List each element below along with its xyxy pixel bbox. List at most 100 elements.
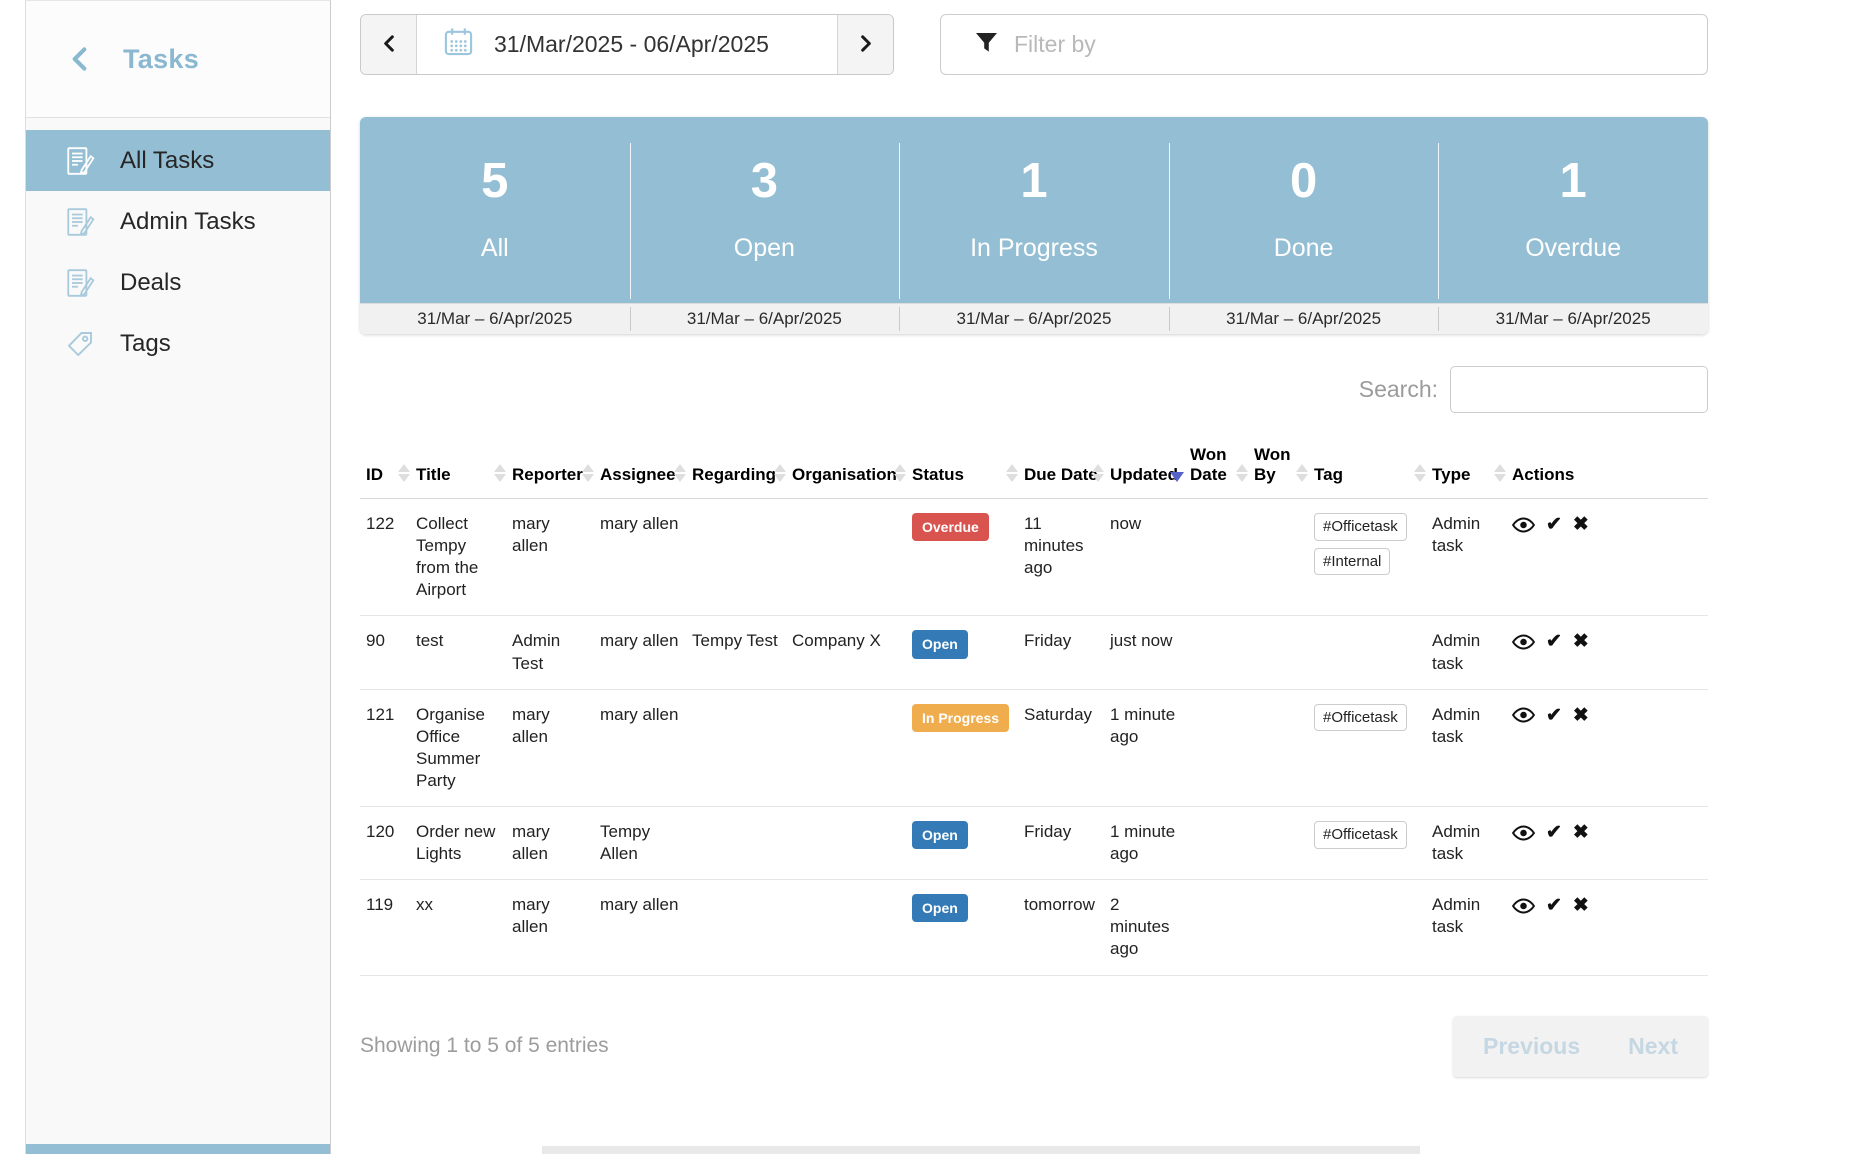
- cell-title: Organise Office Summer Party: [410, 689, 506, 806]
- sort-arrows-icon: [894, 464, 906, 482]
- sidebar-menu: All TasksAdmin TasksDealsTags: [26, 130, 330, 374]
- sidebar-item-tags[interactable]: Tags: [26, 313, 330, 374]
- cell-id: 119: [360, 880, 410, 975]
- column-header-due_date[interactable]: Due Date: [1018, 437, 1104, 499]
- sort-arrows-icon: [1092, 464, 1104, 482]
- table-row: 90testAdmin Testmary allenTempy TestComp…: [360, 616, 1708, 689]
- cell-regarding: [686, 499, 786, 616]
- column-header-won_by[interactable]: Won By: [1248, 437, 1308, 499]
- cell-tags: [1308, 880, 1426, 975]
- stat-range-all: 31/Mar – 6/Apr/2025: [360, 304, 630, 334]
- stat-cell-open[interactable]: 3Open: [630, 117, 900, 303]
- delete-task-icon[interactable]: ✖: [1573, 632, 1589, 651]
- cell-regarding: [686, 689, 786, 806]
- tag-pill: #Officetask: [1314, 704, 1407, 732]
- cell-due_date: 11 minutes ago: [1018, 499, 1104, 616]
- view-task-icon[interactable]: [1512, 517, 1535, 533]
- cell-tags: #Officetask: [1308, 689, 1426, 806]
- column-header-reporter[interactable]: Reporter: [506, 437, 594, 499]
- column-label: Regarding: [692, 465, 776, 484]
- task-icon: [64, 145, 96, 177]
- cell-updated: 2 minutes ago: [1104, 880, 1184, 975]
- cell-reporter: Admin Test: [506, 616, 594, 689]
- stat-label: Done: [1274, 234, 1334, 263]
- cell-tags: [1308, 616, 1426, 689]
- top-controls: 31/Mar/2025 - 06/Apr/2025: [360, 14, 1708, 75]
- filter-input[interactable]: [1014, 15, 1707, 74]
- delete-task-icon[interactable]: ✖: [1573, 896, 1589, 915]
- stat-cell-done[interactable]: 0Done: [1169, 117, 1439, 303]
- complete-task-icon[interactable]: ✔: [1546, 632, 1562, 651]
- complete-task-icon[interactable]: ✔: [1546, 706, 1562, 725]
- stat-cell-in-progress[interactable]: 1In Progress: [899, 117, 1169, 303]
- column-header-assignee[interactable]: Assignee: [594, 437, 686, 499]
- column-label: Tag: [1314, 465, 1343, 484]
- stat-count: 5: [481, 157, 508, 206]
- calendar-icon: [443, 26, 474, 63]
- delete-task-icon[interactable]: ✖: [1573, 823, 1589, 842]
- next-page-button[interactable]: Next: [1628, 1033, 1678, 1060]
- column-header-title[interactable]: Title: [410, 437, 506, 499]
- cell-due_date: tomorrow: [1018, 880, 1104, 975]
- status-badge: Open: [912, 630, 968, 658]
- prev-period-button[interactable]: [361, 15, 417, 74]
- cell-actions: ✔✖: [1506, 807, 1708, 880]
- date-range-display[interactable]: 31/Mar/2025 - 06/Apr/2025: [417, 15, 837, 74]
- cell-assignee: mary allen: [594, 616, 686, 689]
- cell-actions: ✔✖: [1506, 880, 1708, 975]
- column-header-type[interactable]: Type: [1426, 437, 1506, 499]
- column-label: Type: [1432, 465, 1470, 484]
- cell-due_date: Saturday: [1018, 689, 1104, 806]
- cell-organisation: [786, 689, 906, 806]
- cell-won_date: [1184, 689, 1248, 806]
- back-chevron-icon[interactable]: [72, 47, 87, 71]
- cell-tags: #Officetask#Internal: [1308, 499, 1426, 616]
- column-header-regarding[interactable]: Regarding: [686, 437, 786, 499]
- column-label: Won Date: [1190, 445, 1227, 484]
- complete-task-icon[interactable]: ✔: [1546, 515, 1562, 534]
- search-input[interactable]: [1450, 366, 1708, 413]
- column-header-won_date[interactable]: Won Date: [1184, 437, 1248, 499]
- cell-type: Admin task: [1426, 807, 1506, 880]
- sort-arrows-icon: [1006, 464, 1018, 482]
- cell-regarding: [686, 807, 786, 880]
- complete-task-icon[interactable]: ✔: [1546, 823, 1562, 842]
- cell-organisation: [786, 499, 906, 616]
- cell-type: Admin task: [1426, 499, 1506, 616]
- column-header-tags[interactable]: Tag: [1308, 437, 1426, 499]
- complete-task-icon[interactable]: ✔: [1546, 896, 1562, 915]
- column-header-organisation[interactable]: Organisation: [786, 437, 906, 499]
- sidebar-item-deals[interactable]: Deals: [26, 252, 330, 313]
- delete-task-icon[interactable]: ✖: [1573, 515, 1589, 534]
- cell-organisation: [786, 880, 906, 975]
- sidebar-item-all-tasks[interactable]: All Tasks: [26, 130, 330, 191]
- filter-box: [940, 14, 1708, 75]
- stat-count: 1: [1020, 157, 1047, 206]
- stat-cell-all[interactable]: 5 All: [360, 117, 630, 303]
- sidebar-item-admin-tasks[interactable]: Admin Tasks: [26, 191, 330, 252]
- column-label: Due Date: [1024, 465, 1098, 484]
- cell-status: Open: [906, 616, 1018, 689]
- column-header-id[interactable]: ID: [360, 437, 410, 499]
- view-task-icon[interactable]: [1512, 898, 1535, 914]
- column-header-updated[interactable]: Updated: [1104, 437, 1184, 499]
- view-task-icon[interactable]: [1512, 825, 1535, 841]
- next-period-button[interactable]: [837, 15, 893, 74]
- cell-regarding: Tempy Test: [686, 616, 786, 689]
- cell-tags: #Officetask: [1308, 807, 1426, 880]
- view-task-icon[interactable]: [1512, 707, 1535, 723]
- cell-assignee: mary allen: [594, 880, 686, 975]
- previous-page-button[interactable]: Previous: [1483, 1033, 1580, 1060]
- stat-label: All: [481, 234, 509, 263]
- stat-range-done: 31/Mar – 6/Apr/2025: [1169, 304, 1439, 334]
- column-header-status[interactable]: Status: [906, 437, 1018, 499]
- sort-arrows-icon: [582, 464, 594, 482]
- search-label: Search:: [1359, 376, 1438, 403]
- delete-task-icon[interactable]: ✖: [1573, 706, 1589, 725]
- chevron-right-icon: [861, 35, 871, 55]
- sidebar-title: Tasks: [123, 44, 199, 75]
- cell-status: Open: [906, 880, 1018, 975]
- date-range-picker: 31/Mar/2025 - 06/Apr/2025: [360, 14, 894, 75]
- view-task-icon[interactable]: [1512, 634, 1535, 650]
- stat-cell-overdue[interactable]: 1Overdue: [1438, 117, 1708, 303]
